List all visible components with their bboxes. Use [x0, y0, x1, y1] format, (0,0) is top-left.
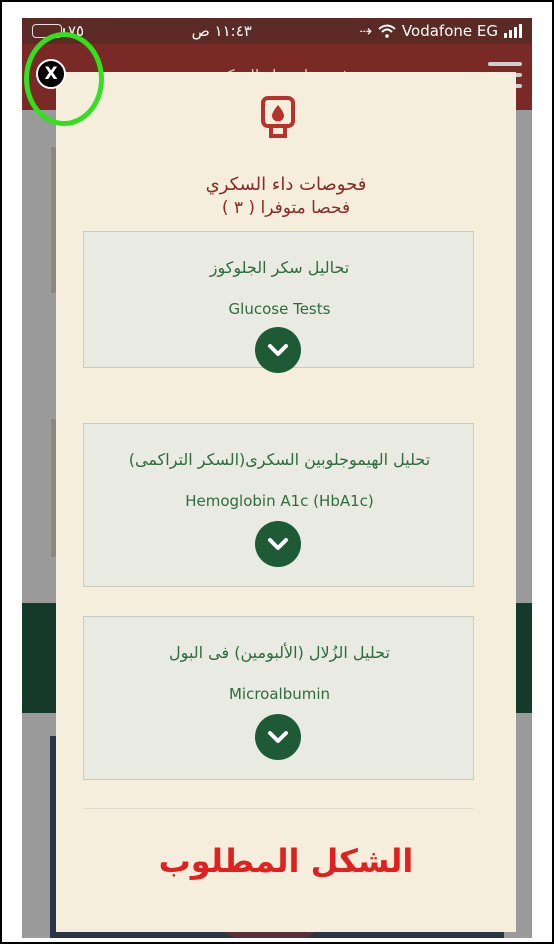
chevron-down-icon[interactable]: [255, 714, 301, 760]
modal-title: فحوصات داء السكري: [205, 174, 367, 195]
highlight-ring: [24, 32, 104, 126]
blood-glucose-meter-icon: [261, 96, 295, 138]
signal-icon: [503, 24, 522, 38]
location-arrow-icon: ⇢: [359, 22, 372, 40]
required-form-label: الشكل المطلوب: [158, 842, 414, 880]
tests-modal: فحوصات داء السكري ( ٣ ) فحصا متوفرا تحال…: [56, 72, 516, 932]
status-time: ١١:٤٣ ص: [191, 22, 252, 40]
test-name-arabic: تحليل الهيموجلوبين السكرى(السكر التراكمى…: [128, 450, 431, 469]
test-name-english: Hemoglobin A1c (HbA1c): [185, 492, 374, 510]
test-name-english: Microalbumin: [228, 685, 331, 703]
status-right: ⇢ Vodafone EG: [359, 22, 522, 40]
modal-subtitle: ( ٣ ) فحصا متوفرا: [221, 198, 351, 218]
chevron-down-icon[interactable]: [255, 521, 301, 567]
carrier-name: Vodafone EG: [401, 22, 498, 40]
status-bar: ٧٥ ١١:٤٣ ص ⇢ Vodafone EG: [22, 18, 532, 44]
wifi-icon: [378, 24, 396, 38]
test-name-english: Glucose Tests: [228, 300, 331, 318]
test-name-arabic: تحاليل سكر الجلوكوز: [209, 258, 350, 277]
test-name-arabic: تحليل الزُلال (الألبومين) فى البول: [169, 643, 390, 662]
chevron-down-icon[interactable]: [255, 327, 301, 373]
divider: [83, 808, 474, 809]
